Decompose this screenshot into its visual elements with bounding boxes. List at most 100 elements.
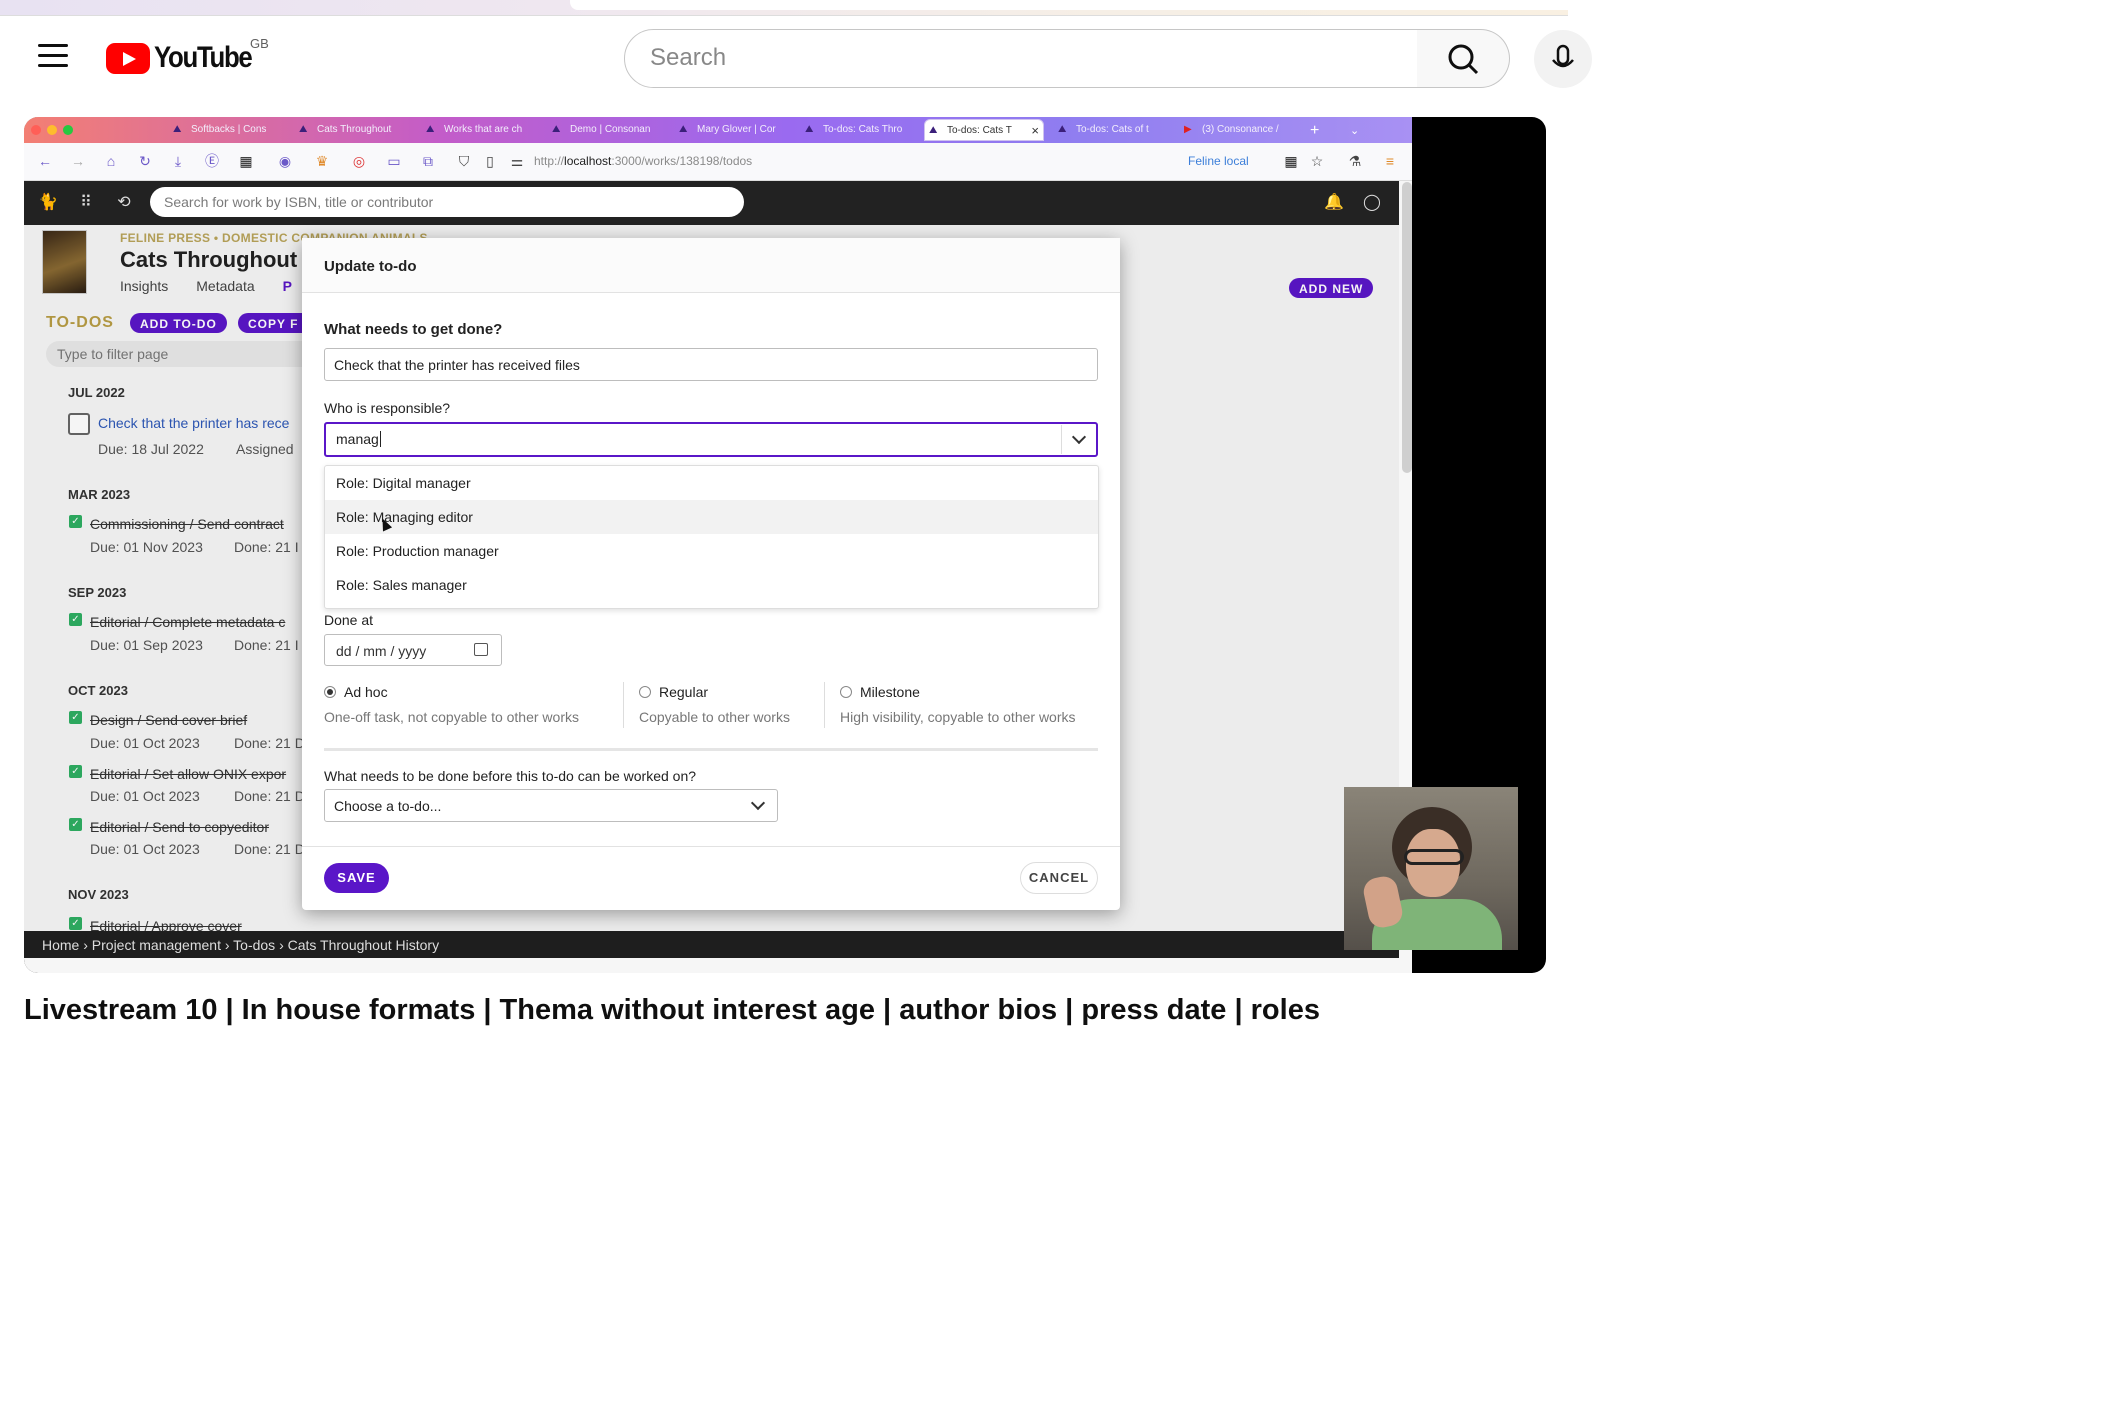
home-icon[interactable]: ⌂	[102, 152, 120, 170]
tab-label: To-dos: Cats of t	[1076, 124, 1149, 135]
url-bar[interactable]: http://localhost:3000/works/138198/todos	[534, 154, 752, 168]
reload-icon[interactable]: ↻	[136, 152, 154, 170]
forward-arrow-icon[interactable]: →	[69, 152, 87, 170]
checked-icon[interactable]: ✓	[69, 711, 82, 724]
checked-icon[interactable]: ✓	[69, 818, 82, 831]
checked-icon[interactable]: ✓	[69, 917, 82, 930]
tab-favicon-icon: ⛰	[426, 124, 435, 135]
microphone-button[interactable]	[1534, 30, 1592, 88]
tab-insights[interactable]: Insights	[120, 278, 168, 294]
apps-grid-icon[interactable]: ⠿	[76, 193, 96, 213]
chevron-down-icon[interactable]	[1071, 429, 1087, 445]
add-new-button[interactable]: ADD NEW	[1289, 278, 1374, 298]
cancel-button[interactable]: CANCEL	[1020, 862, 1098, 894]
tab-label: Softbacks | Cons	[191, 124, 267, 135]
who-select-input[interactable]: manag	[324, 422, 1098, 457]
todo-title[interactable]: Editorial / Send to copyeditor	[90, 819, 269, 835]
date-placeholder: dd / mm / yyyy	[336, 643, 427, 659]
scrollbar[interactable]	[1402, 182, 1412, 473]
extension-grid-icon[interactable]: ▦	[237, 152, 255, 170]
extension-e-icon[interactable]: Ⓔ	[203, 152, 221, 170]
browser-tab[interactable]: ⛰ To-dos: Cats Thro	[801, 119, 915, 141]
work-search-input[interactable]: Search for work by ISBN, title or contri…	[150, 187, 744, 217]
tab-metadata[interactable]: Metadata	[196, 278, 254, 294]
tab-project[interactable]: P	[283, 278, 292, 294]
bell-icon[interactable]: 🔔	[1324, 193, 1344, 213]
browser-tab[interactable]: ⛰ To-dos: Cats of t	[1054, 119, 1168, 141]
radio-regular[interactable]	[639, 686, 651, 698]
shield-icon[interactable]: ⛉	[455, 152, 473, 170]
window-controls[interactable]	[31, 125, 73, 135]
menu-icon[interactable]	[38, 44, 68, 70]
close-tab-icon[interactable]: ×	[1031, 123, 1039, 138]
video-player[interactable]: ⛰ Softbacks | Cons ⛰ Cats Throughout ⛰ Work…	[24, 117, 1546, 973]
dependency-value: Choose a to-do...	[334, 798, 442, 814]
breadcrumb[interactable]: Home › Project management › To-dos › Cat…	[24, 931, 1399, 958]
milestone-description: High visibility, copyable to other works	[840, 709, 1076, 725]
browser-tab[interactable]: ⛰ Softbacks | Cons	[169, 119, 283, 141]
filter-input[interactable]: Type to filter page	[46, 341, 346, 367]
option-production-manager[interactable]: Role: Production manager	[325, 534, 1098, 568]
tab-list-chevron-icon[interactable]: ⌄	[1346, 119, 1366, 141]
bookmark-star-icon[interactable]: ☆	[1308, 152, 1326, 170]
tab-label: To-dos: Cats Thro	[823, 124, 903, 135]
regular-label[interactable]: Regular	[659, 684, 708, 700]
browser-tab[interactable]: ⛰ Cats Throughout	[295, 119, 409, 141]
browser-tab-active[interactable]: ⛰ To-dos: Cats T ×	[924, 119, 1044, 141]
radio-milestone[interactable]	[840, 686, 852, 698]
todo-title[interactable]: Check that the printer has rece	[98, 415, 289, 431]
radio-ad-hoc[interactable]	[324, 686, 336, 698]
search-icon	[1448, 44, 1479, 75]
chevron-down-icon[interactable]	[750, 795, 766, 811]
what-label: What needs to get done?	[324, 321, 503, 338]
add-todo-button[interactable]: ADD TO-DO	[130, 313, 227, 333]
todo-due: Due: 01 Oct 2023	[90, 788, 200, 804]
checked-icon[interactable]: ✓	[69, 613, 82, 626]
history-icon[interactable]: ⟲	[114, 193, 134, 213]
account-icon[interactable]: ◯	[1362, 193, 1382, 213]
search-input[interactable]: Search	[624, 29, 1418, 88]
page-icon[interactable]: ▯	[481, 152, 499, 170]
save-button[interactable]: SAVE	[324, 863, 389, 893]
done-at-date-input[interactable]: dd / mm / yyyy	[324, 634, 502, 666]
browser-tab[interactable]: ⛰ Demo | Consonan	[548, 119, 662, 141]
checked-icon[interactable]: ✓	[69, 765, 82, 778]
new-tab-icon[interactable]: +	[1306, 117, 1326, 139]
dependency-select[interactable]: Choose a to-do...	[324, 789, 778, 822]
ad-hoc-label[interactable]: Ad hoc	[344, 684, 388, 700]
screen-recording: ⛰ Softbacks | Cons ⛰ Cats Throughout ⛰ Work…	[24, 117, 1412, 973]
download-icon[interactable]: ⤓	[169, 152, 187, 170]
milestone-label[interactable]: Milestone	[860, 684, 920, 700]
browser-toolbar: ← → ⌂ ↻ ⤓ Ⓔ ▦ ◉ ♛ ◎ ▭ ⧉ ⛉ ▯ ⚌ http://loc…	[24, 143, 1412, 181]
todo-title[interactable]: Design / Send cover brief	[90, 712, 247, 728]
browser-tab[interactable]: ⛰ Mary Glover | Cor	[675, 119, 789, 141]
option-managing-editor[interactable]: Role: Managing editor	[325, 500, 1098, 534]
extension-icon[interactable]: ◉	[276, 152, 294, 170]
youtube-logo[interactable]: YouTube	[106, 41, 267, 74]
todo-title[interactable]: Commissioning / Send contract	[90, 516, 284, 532]
checked-icon[interactable]: ✓	[69, 515, 82, 528]
regular-description: Copyable to other works	[639, 709, 790, 725]
todo-title[interactable]: Editorial / Complete metadata c	[90, 614, 285, 630]
extension-grid-icon[interactable]: ▦	[1282, 152, 1300, 170]
search-button[interactable]	[1417, 29, 1510, 88]
cat-logo-icon[interactable]: 🐈	[38, 193, 58, 213]
what-input[interactable]: Check that the printer has received file…	[324, 348, 1098, 381]
browser-tab[interactable]: ▶ (3) Consonance /	[1180, 119, 1294, 141]
extension-puzzle-icon[interactable]: ⧉	[419, 152, 437, 170]
todo-checkbox[interactable]	[68, 413, 90, 435]
extension-icon[interactable]: ♛	[313, 152, 331, 170]
option-sales-manager[interactable]: Role: Sales manager	[325, 568, 1098, 602]
youtube-play-icon	[106, 42, 150, 74]
todo-due: Due: 01 Oct 2023	[90, 735, 200, 751]
menu-icon[interactable]: ≡	[1381, 152, 1399, 170]
back-arrow-icon[interactable]: ←	[36, 152, 54, 170]
extension-icon[interactable]: ◎	[350, 152, 368, 170]
option-digital-manager[interactable]: Role: Digital manager	[325, 466, 1098, 500]
permissions-icon[interactable]: ⚌	[508, 152, 526, 170]
todo-title[interactable]: Editorial / Set allow ONIX expor	[90, 766, 286, 782]
browser-tab[interactable]: ⛰ Works that are ch	[422, 119, 536, 141]
extension-icon[interactable]: ⚗	[1346, 152, 1364, 170]
calendar-icon[interactable]	[474, 643, 488, 656]
sidebar-icon[interactable]: ▭	[385, 152, 403, 170]
